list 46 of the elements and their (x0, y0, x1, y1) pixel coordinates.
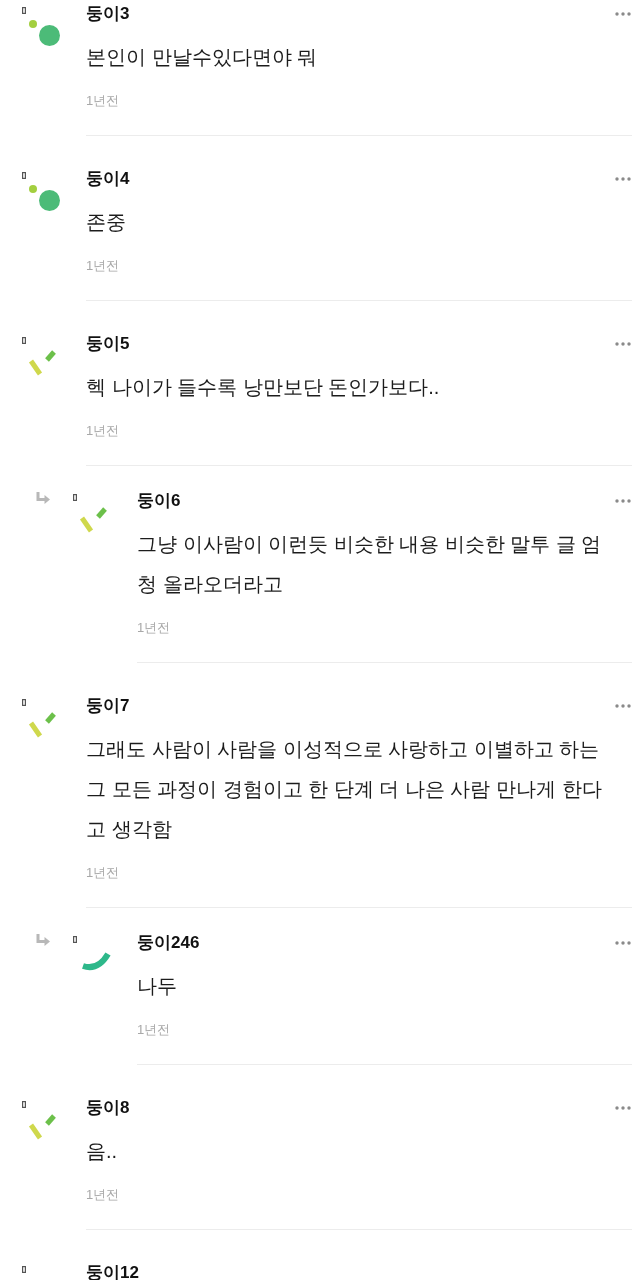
username: 둥이4 (86, 168, 130, 190)
comment-text: 나두 (137, 974, 178, 999)
more-icon (615, 342, 631, 346)
small-square-icon (22, 172, 26, 179)
small-square-icon (22, 1266, 26, 1273)
username: 둥이246 (137, 932, 200, 954)
dash-pair-icon (28, 711, 58, 739)
timestamp: 1년전 (86, 92, 120, 110)
more-icon (615, 704, 631, 708)
timestamp: 1년전 (86, 864, 120, 882)
dot-pair-icon (29, 20, 60, 46)
more-icon (615, 177, 631, 181)
comment-text: 그냥 이사람이 이런듯 비슷한 내용 비슷한 말투 글 엄청 올라오더라고 (137, 532, 603, 597)
dot-pair-icon (29, 185, 60, 211)
timestamp: 1년전 (86, 422, 120, 440)
more-icon (615, 499, 631, 503)
dash-pair-icon (28, 1113, 58, 1141)
timestamp: 1년전 (86, 257, 120, 275)
timestamp: 1년전 (137, 619, 171, 637)
comment-text: 존중 (86, 210, 127, 235)
small-square-icon (73, 936, 77, 943)
dash-pair-icon (28, 349, 58, 377)
more-icon (615, 941, 631, 945)
small-square-icon (73, 494, 77, 501)
reply-arrow-icon (36, 934, 50, 946)
timestamp: 1년전 (137, 1021, 171, 1039)
more-icon (615, 12, 631, 16)
comment-text: 헥 나이가 들수록 낭만보단 돈인가보다.. (86, 375, 441, 400)
small-square-icon (22, 699, 26, 706)
username: 둥이3 (86, 3, 130, 25)
username: 둥이12 (86, 1262, 139, 1280)
small-square-icon (22, 337, 26, 344)
username: 둥이8 (86, 1097, 130, 1119)
username: 둥이6 (137, 490, 181, 512)
dash-pair-icon (79, 506, 109, 534)
small-square-icon (22, 1101, 26, 1108)
username: 둥이7 (86, 695, 130, 717)
arc-icon (80, 950, 112, 972)
reply-arrow-icon (36, 492, 50, 504)
comment-text: 본인이 만날수있다면야 뭐 (86, 45, 319, 70)
small-square-icon (22, 7, 26, 14)
timestamp: 1년전 (86, 1186, 120, 1204)
more-icon (615, 1106, 631, 1110)
comment-text: 그래도 사람이 사람을 이성적으로 사랑하고 이별하고 하는 그 모든 과정이 경험이고 한 단계 더 나은 사람 만나게 한다고 생각함 (86, 737, 603, 842)
username: 둥이5 (86, 333, 130, 355)
comment-text: 음.. (86, 1139, 119, 1164)
